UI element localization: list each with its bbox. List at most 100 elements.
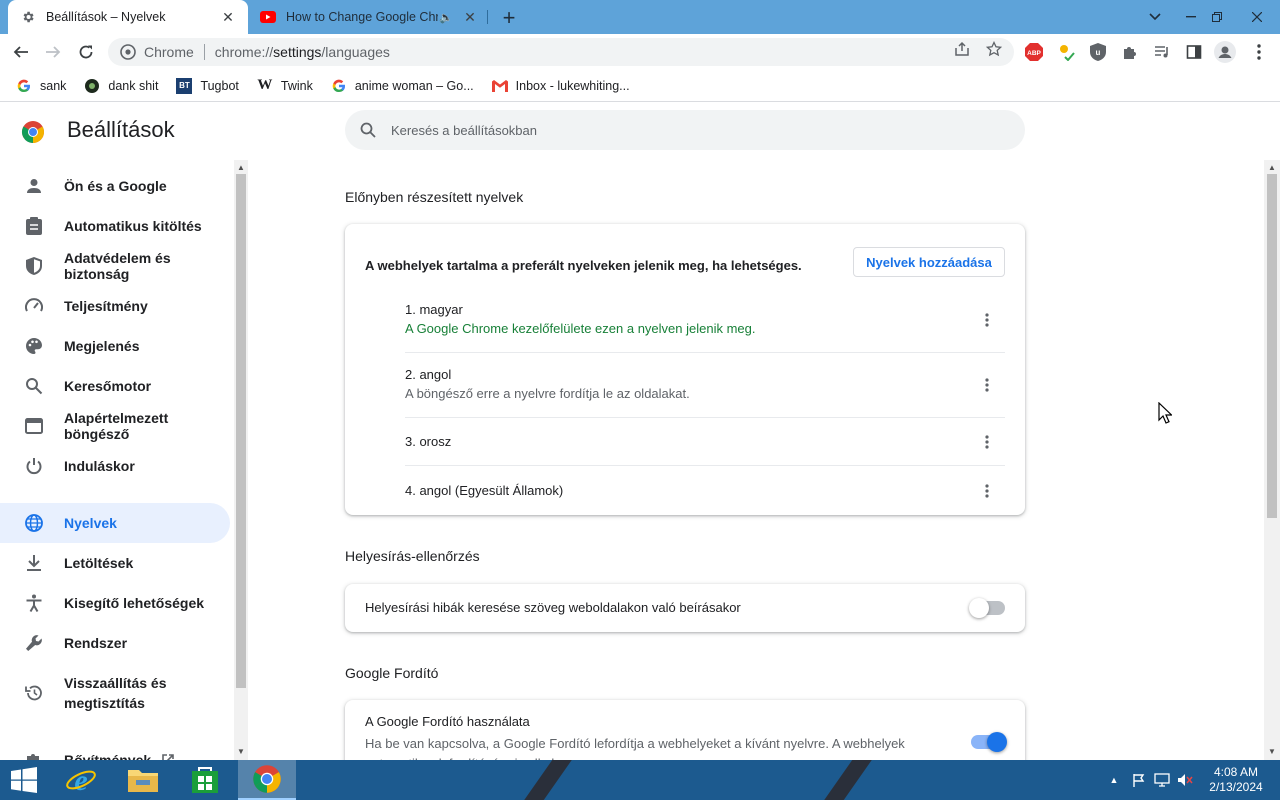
bookmark-item[interactable]: sank [16,78,66,94]
media-queue-icon[interactable] [1153,43,1171,61]
language-more-actions-icon[interactable] [975,430,999,454]
google-translate-toggle[interactable] [971,732,1007,752]
close-window-button[interactable] [1234,0,1280,34]
minimize-button[interactable] [1180,0,1202,34]
volume-muted-icon[interactable] [1176,760,1194,800]
adblock-plus-icon[interactable]: ABP [1025,43,1043,61]
close-tab-icon[interactable]: ✕ [220,9,236,25]
search-placeholder: Keresés a beállításokban [391,122,537,138]
chrome-taskbar-button[interactable] [238,760,296,800]
tab-title: How to Change Google Chrome [286,10,438,24]
bookmark-item[interactable]: BT Tugbot [176,77,239,94]
extension-people-icon[interactable] [1057,43,1075,61]
bookmark-label: sank [40,78,67,93]
accessibility-icon [24,593,44,613]
sidebar-item-appearance[interactable]: Megjelenés [0,326,234,366]
url-host: settings [273,44,322,60]
scroll-up-arrow-icon[interactable]: ▲ [234,160,248,174]
taskbar-clock[interactable]: 4:08 AM 2/13/2024 [1200,765,1272,795]
internet-explorer-button[interactable]: e [52,760,110,800]
tab-search-icon[interactable] [1144,0,1166,34]
sidebar-item-performance[interactable]: Teljesítmény [0,286,234,326]
scrollbar-thumb[interactable] [236,174,246,688]
google-icon [16,78,32,94]
sidebar-item-accessibility[interactable]: Kisegítő lehetőségek [0,583,234,623]
language-ui-note: A Google Chrome kezelőfelülete ezen a ny… [405,321,756,336]
sidebar-item-reset-and-cleanup[interactable]: Visszaállítás és megtisztítás [0,670,234,716]
globe-icon [24,513,44,533]
language-more-actions-icon[interactable] [975,373,999,397]
tab-youtube-video[interactable]: How to Change Google Chrome 🔈 ✕ [250,0,488,34]
page-title: Beállítások [67,117,175,142]
restore-button[interactable] [1206,0,1228,34]
search-icon [359,121,377,139]
action-center-flag-icon[interactable] [1130,760,1148,800]
show-hidden-icons-icon[interactable]: ▲ [1106,760,1122,800]
extensions-puzzle-icon[interactable] [1121,43,1139,61]
sidebar-item-you-and-google[interactable]: Ön és a Google [0,166,234,206]
language-more-actions-icon[interactable] [975,308,999,332]
sidebar-scrollbar[interactable]: ▲ ▼ [234,160,248,760]
store-button[interactable] [176,760,234,800]
spell-check-toggle[interactable] [969,598,1005,618]
google-translate-description-line1: Ha be van kapcsolva, a Google Fordító le… [365,736,905,751]
scroll-up-arrow-icon[interactable]: ▲ [1265,160,1279,174]
restore-icon [24,683,44,703]
chrome-icon [120,44,136,60]
settings-sidebar: Ön és a Google Automatikus kitöltés Adat… [0,160,234,760]
scrollbar-thumb[interactable] [1267,174,1277,518]
page-scrollbar[interactable]: ▲ ▼ [1264,160,1280,760]
ublock-icon[interactable]: u [1089,43,1107,61]
language-translate-note: A böngésző erre a nyelvre fordítja le az… [405,386,690,401]
scroll-down-arrow-icon[interactable]: ▼ [234,744,248,758]
speaker-icon[interactable]: 🔈 [438,9,454,25]
profile-avatar-icon[interactable] [1214,41,1236,63]
close-tab-icon[interactable]: ✕ [462,9,478,25]
reload-button[interactable] [74,40,98,64]
add-languages-button[interactable]: Nyelvek hozzáadása [853,247,1005,277]
bookmark-label: Inbox - lukewhiting... [515,78,630,93]
person-icon [24,176,44,196]
sidebar-item-default-browser[interactable]: Alapértelmezett böngésző [0,406,234,446]
language-row-hungarian: 1. magyar A Google Chrome kezelőfelülete… [405,302,1005,336]
file-explorer-button[interactable] [114,760,172,800]
side-panel-icon[interactable] [1185,43,1203,61]
address-bar[interactable]: Chrome chrome://settings/languages [108,38,1014,66]
shield-icon [24,256,44,276]
settings-search-input[interactable]: Keresés a beállításokban [345,110,1025,150]
bookmark-label: Tugbot [200,78,239,93]
spell-check-heading: Helyesírás-ellenőrzés [345,548,480,564]
sidebar-item-label: Alapértelmezett böngésző [64,410,169,442]
sidebar-item-downloads[interactable]: Letöltések [0,543,234,583]
bookmark-item[interactable]: dank shit [84,78,158,94]
site-icon [84,78,100,94]
back-button[interactable] [9,40,33,64]
sidebar-item-languages[interactable]: Nyelvek [0,503,230,543]
tab-settings-languages[interactable]: Beállítások – Nyelvek ✕ [8,0,248,34]
toggle-knob [969,598,989,618]
sidebar-item-system[interactable]: Rendszer [0,623,234,663]
language-more-actions-icon[interactable] [975,479,999,503]
bookmark-item[interactable]: anime woman – Go... [331,78,474,94]
svg-text:ABP: ABP [1027,50,1041,57]
bt-icon: BT [176,77,193,94]
kebab-menu-icon[interactable] [1250,43,1268,61]
bookmark-item[interactable]: W Twink [257,77,312,94]
sidebar-item-autofill[interactable]: Automatikus kitöltés [0,206,234,246]
tab-title: Beállítások – Nyelvek [46,10,166,24]
sidebar-item-privacy[interactable]: Adatvédelem és biztonság [0,246,234,286]
bookmark-star-icon[interactable] [985,40,1003,58]
sidebar-item-on-startup[interactable]: Induláskor [0,446,234,486]
forward-button[interactable] [41,40,65,64]
share-icon[interactable] [953,40,971,58]
network-icon[interactable] [1153,760,1171,800]
scroll-down-arrow-icon[interactable]: ▼ [1265,744,1279,758]
start-button[interactable] [0,760,48,800]
new-tab-button[interactable]: + [498,5,520,30]
sidebar-item-extensions[interactable]: Bővítmények [0,740,234,760]
bookmark-item[interactable]: Inbox - lukewhiting... [491,78,630,94]
google-icon [331,78,347,94]
mouse-cursor-icon [1158,401,1173,429]
youtube-icon [260,9,276,25]
sidebar-item-search-engine[interactable]: Keresőmotor [0,366,234,406]
